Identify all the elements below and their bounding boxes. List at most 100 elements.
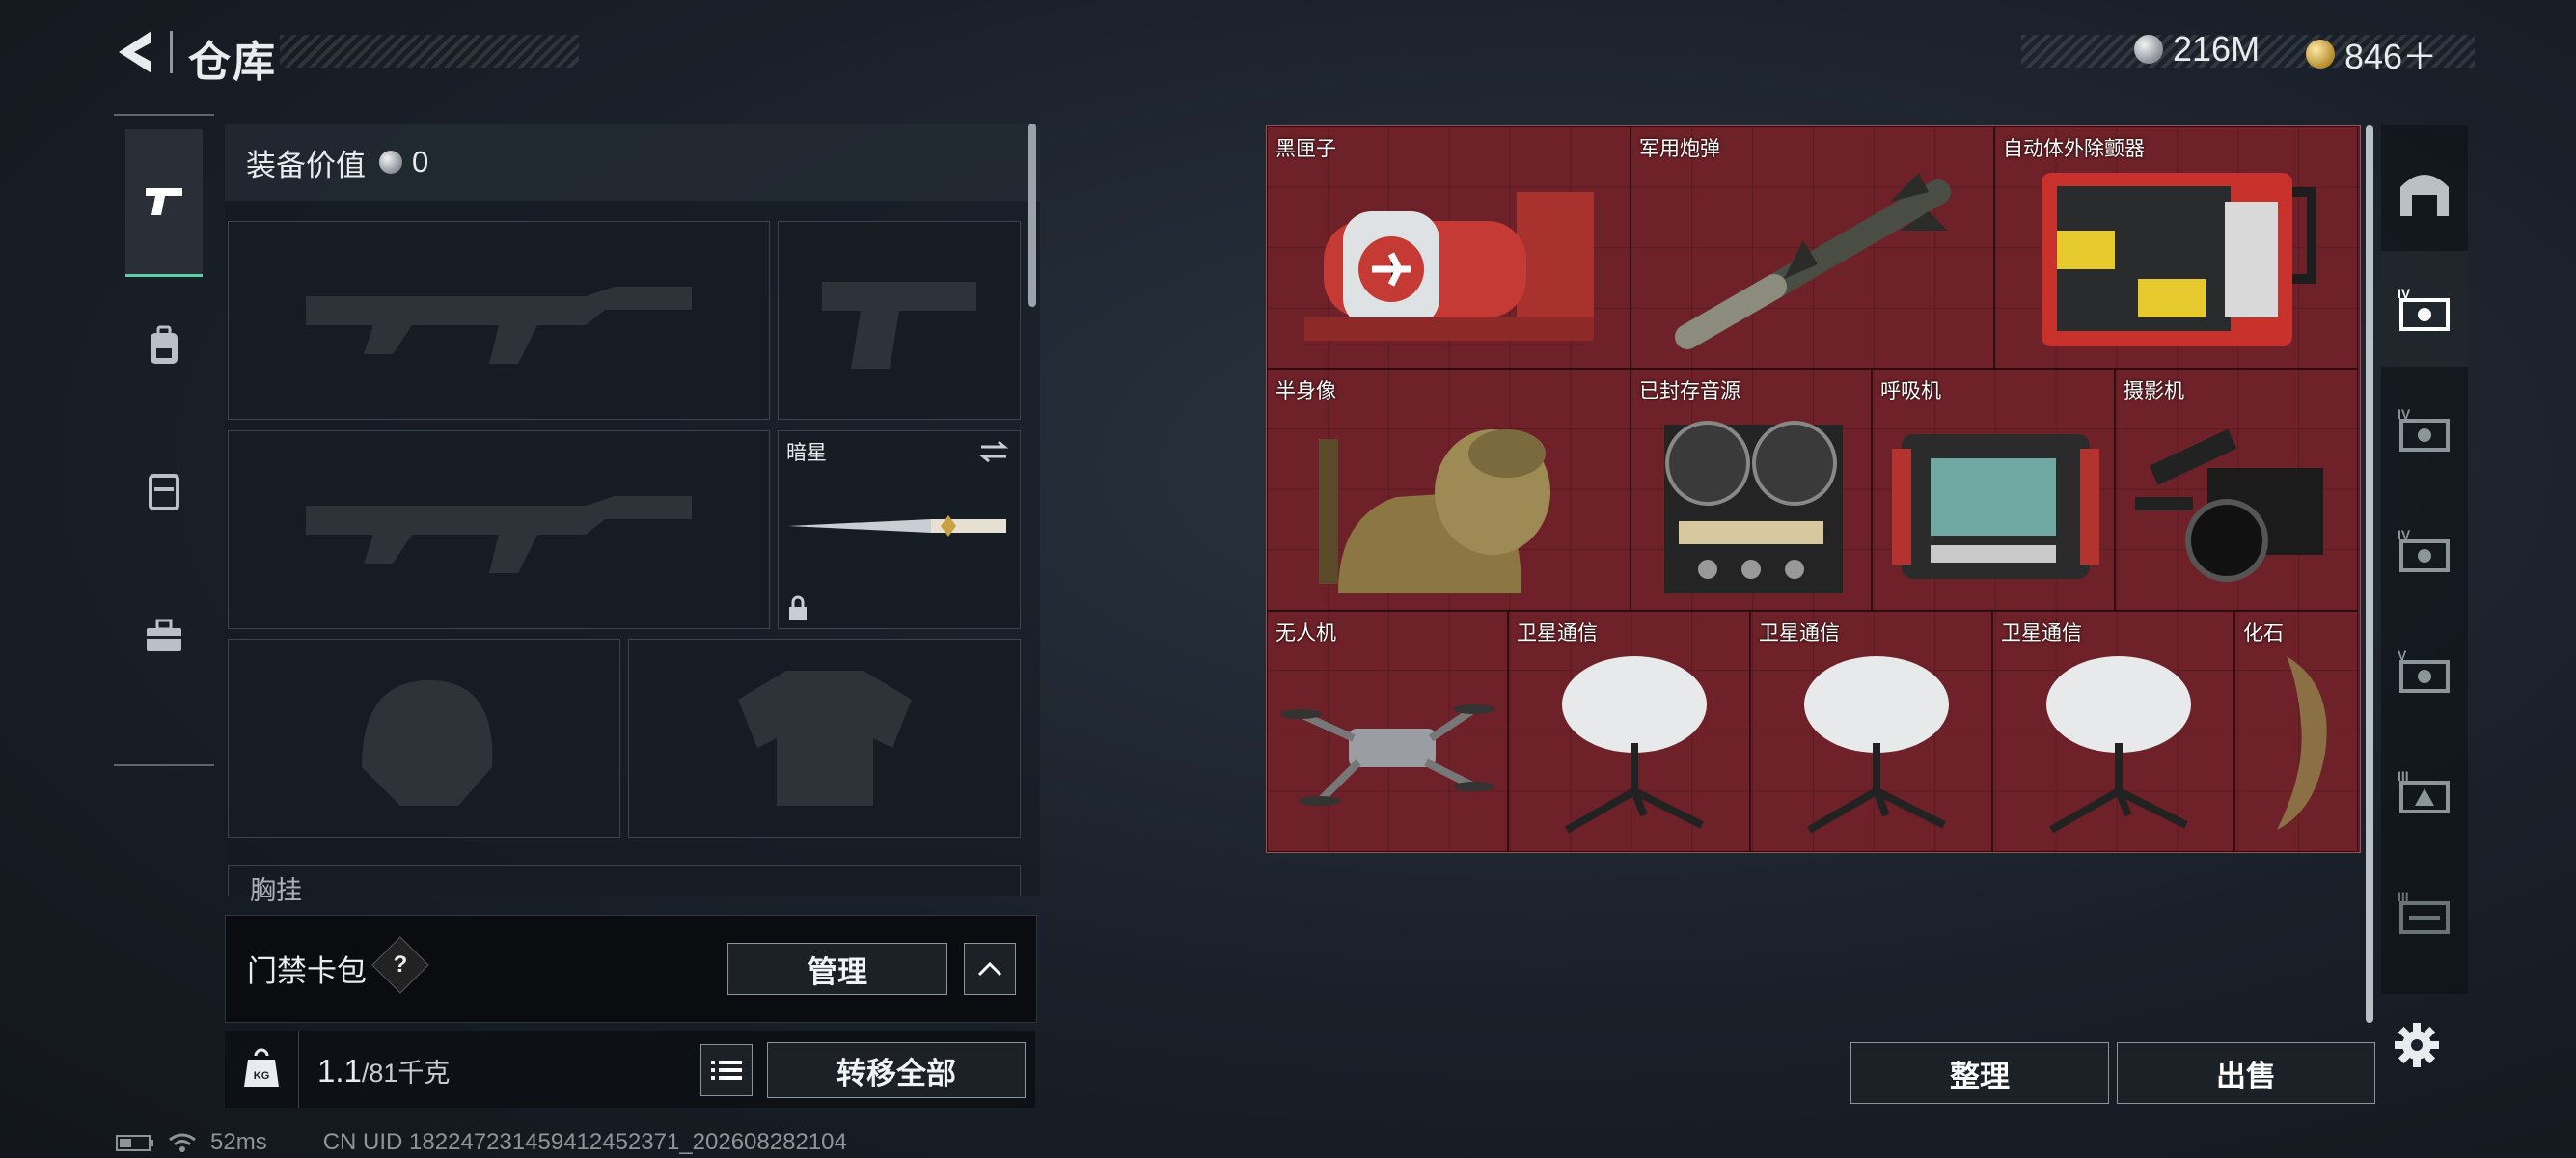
drone-icon xyxy=(1281,704,1494,807)
primary-weapon-slot[interactable] xyxy=(228,221,770,420)
swap-icon[interactable] xyxy=(977,439,1010,464)
item-satellite-3[interactable]: 卫星通信 xyxy=(1992,611,2234,852)
ping-text: 52ms xyxy=(210,1129,267,1155)
item-drone[interactable]: 无人机 xyxy=(1267,611,1508,852)
tab-container-v[interactable]: V xyxy=(2381,613,2468,729)
missile-icon xyxy=(1674,172,1951,349)
title-decoration xyxy=(280,35,579,68)
tab-container-iii-b[interactable]: III xyxy=(2381,854,2468,970)
access-card-pack-row: 门禁卡包 ? 管理 xyxy=(225,915,1037,1023)
stash-scrollbar[interactable] xyxy=(2366,125,2373,1023)
container-icon: V xyxy=(2398,648,2450,693)
fossil-claw-icon xyxy=(2277,656,2327,831)
item-reel-tape[interactable]: 已封存音源 xyxy=(1631,369,1872,611)
gold-coin-icon xyxy=(2306,40,2335,69)
tab-container-iv-b[interactable]: IV xyxy=(2381,372,2468,487)
equipment-value: 0 xyxy=(412,145,429,179)
item-fossil[interactable]: 化石 xyxy=(2234,611,2358,852)
silver-coin-icon xyxy=(379,151,402,174)
wifi-icon xyxy=(169,1133,196,1152)
item-aed[interactable]: 自动体外除颤器 xyxy=(1994,126,2358,369)
vest-icon xyxy=(149,474,179,510)
container-rail: IV IV IV V III III xyxy=(2381,125,2468,994)
item-camera[interactable]: 摄影机 xyxy=(2115,369,2358,611)
manage-button[interactable]: 管理 xyxy=(727,943,947,995)
item-bust[interactable]: 半身像 xyxy=(1267,369,1631,611)
battery-icon xyxy=(116,1135,153,1151)
tab-container-iv-a[interactable]: IV xyxy=(2381,251,2468,367)
transfer-all-button[interactable]: 转移全部 xyxy=(767,1042,1026,1098)
sell-button[interactable]: 出售 xyxy=(2117,1042,2375,1104)
equipment-tab-rail xyxy=(114,114,214,766)
satellite-dish-icon xyxy=(2045,656,2191,834)
knife-icon xyxy=(788,515,1006,537)
melee-name: 暗星 xyxy=(786,442,827,464)
list-view-button[interactable] xyxy=(700,1044,753,1096)
weight-divider xyxy=(298,1031,299,1108)
lock-icon xyxy=(789,595,807,620)
ventilator-icon xyxy=(1892,433,2099,579)
tab-container-iii-a[interactable]: III xyxy=(2381,733,2468,849)
container-icon: III xyxy=(2398,768,2450,813)
tab-backpack[interactable] xyxy=(125,274,203,419)
weight-row: KG 1.1/81千克 转移全部 xyxy=(225,1031,1035,1108)
satellite-dish-icon xyxy=(1803,656,1949,834)
uid-text: CN UID 18224723145941245237​1_2026082821… xyxy=(322,1129,847,1155)
gold-amount: 846＋ xyxy=(2344,37,2438,76)
container-icon: III xyxy=(2398,889,2450,934)
pistol-slot[interactable] xyxy=(778,221,1021,420)
card-pack-label: 门禁卡包 xyxy=(247,954,367,988)
container-icon: IV xyxy=(2398,527,2450,572)
helmet-silhouette-icon xyxy=(361,680,492,806)
equipment-scrollbar[interactable] xyxy=(1028,124,1036,307)
sort-button[interactable]: 整理 xyxy=(1850,1042,2109,1104)
container-icon: IV xyxy=(2398,406,2450,452)
settings-button[interactable] xyxy=(2393,1021,2441,1069)
tab-weapons[interactable] xyxy=(125,129,203,277)
chest-rig-section: 胸挂 xyxy=(228,865,1021,905)
tab-briefcase[interactable] xyxy=(125,564,203,708)
item-satellite-2[interactable]: 卫星通信 xyxy=(1750,611,1992,852)
weight-value: 1.1/81千克 xyxy=(317,1053,451,1089)
tab-safe-box[interactable] xyxy=(2381,135,2468,251)
item-satellite-1[interactable]: 卫星通信 xyxy=(1508,611,1750,852)
equipment-value-label: 装备价值 xyxy=(246,148,366,182)
armor-silhouette-icon xyxy=(737,671,912,806)
help-icon[interactable]: ? xyxy=(371,936,429,994)
item-black-box[interactable]: 黑匣子 xyxy=(1267,126,1631,369)
back-button[interactable] xyxy=(108,23,162,81)
chevron-up-icon xyxy=(977,961,1002,977)
item-missile[interactable]: 军用炮弹 xyxy=(1631,126,1994,369)
silver-coin-icon xyxy=(2134,35,2163,64)
briefcase-icon xyxy=(147,619,181,651)
pistol-icon xyxy=(146,188,182,215)
title-divider xyxy=(170,31,173,73)
aed-icon xyxy=(2041,172,2316,346)
rifle-silhouette-icon xyxy=(306,287,692,364)
tab-container-iv-c[interactable]: IV xyxy=(2381,492,2468,608)
rifle-silhouette-icon xyxy=(306,496,692,573)
satellite-dish-icon xyxy=(1561,656,1707,834)
currency-gold[interactable]: 846＋ xyxy=(2306,29,2437,79)
backpack-icon xyxy=(151,325,178,364)
melee-slot[interactable]: 暗星 xyxy=(778,430,1021,629)
secondary-weapon-slot[interactable] xyxy=(228,430,770,629)
svg-text:KG: KG xyxy=(254,1070,270,1082)
equipment-value-bar: 装备价值 0 xyxy=(225,124,1040,201)
currency-silver: 216M xyxy=(2134,29,2260,69)
page-title: 仓库 xyxy=(188,39,277,86)
status-bar: 52ms CN UID 18224723145941245237​1_20260… xyxy=(116,1129,847,1156)
item-ventilator[interactable]: 呼吸机 xyxy=(1872,369,2115,611)
back-arrow-icon xyxy=(119,31,151,73)
armor-slot[interactable] xyxy=(628,639,1021,838)
silver-amount: 216M xyxy=(2173,29,2261,69)
safe-box-icon xyxy=(2400,175,2449,216)
list-icon xyxy=(711,1061,742,1080)
black-box-icon xyxy=(1303,191,1594,341)
collapse-button[interactable] xyxy=(964,943,1016,995)
helmet-slot[interactable] xyxy=(228,639,620,838)
pistol-silhouette-icon xyxy=(822,282,976,369)
stash-grid: 黑匣子 军用炮弹 自动体外除颤器 半身像 已封存音源 呼吸机 摄影机 无人机 卫… xyxy=(1266,125,2361,853)
tab-vest[interactable] xyxy=(125,419,203,564)
container-icon: IV xyxy=(2398,286,2450,331)
